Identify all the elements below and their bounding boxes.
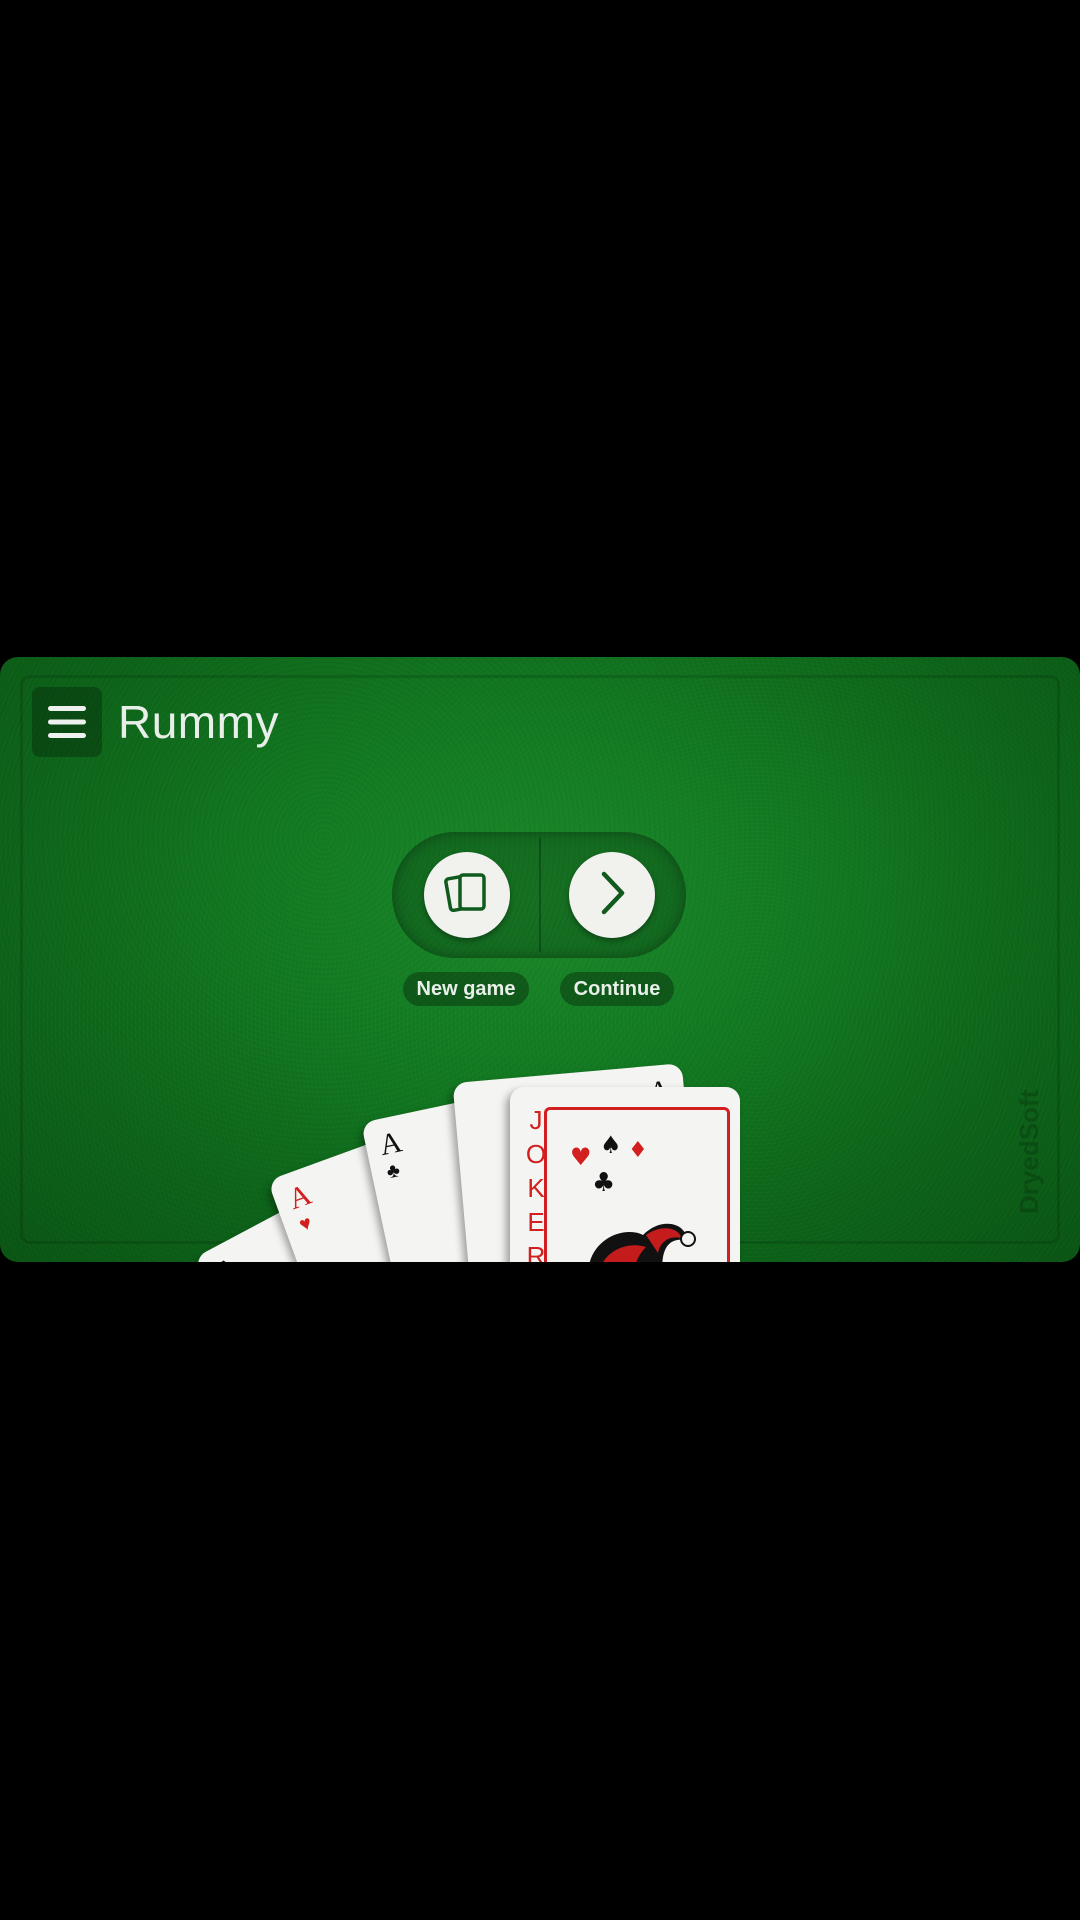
svg-text:♥: ♥ <box>570 1143 592 1171</box>
new-game-label[interactable]: New game <box>403 972 529 1006</box>
joker-text: JOKER <box>525 1105 547 1262</box>
chevron-right-icon <box>592 868 632 923</box>
cards-icon <box>442 868 492 923</box>
card-rank: A <box>284 1177 316 1217</box>
card-fan: A ♠ A ♥ A ♣ A JOKER ♥ <box>193 1047 760 1262</box>
card-rank: A <box>210 1251 245 1262</box>
card-suit: ♥ <box>296 1211 315 1237</box>
game-table: Rummy New game Continue A ♥ A ♣ JOKER ♥ … <box>0 657 1080 1262</box>
joker-suits-icon: ♥ ♠ ♦ ♣ <box>562 1131 652 1210</box>
app-title: Rummy <box>118 696 279 748</box>
screen: Rummy New game Continue A ♥ A ♣ JOKER ♥ … <box>0 0 1080 1920</box>
joker-label: JOKER <box>524 1103 548 1262</box>
jester-hat-icon <box>568 1205 698 1262</box>
svg-text:♠: ♠ <box>600 1135 622 1159</box>
hamburger-menu-icon <box>48 706 86 738</box>
menu-button[interactable] <box>32 687 102 757</box>
new-game-button[interactable] <box>424 852 510 938</box>
card-joker: JOKER ♥ ♠ ♦ ♣ <box>510 1087 740 1262</box>
card-suit: ♣ <box>384 1159 403 1184</box>
card-rank: A <box>376 1125 405 1163</box>
svg-text:♦: ♦ <box>628 1138 648 1163</box>
watermark-logo: DryedSoft <box>1014 1089 1044 1215</box>
svg-text:♣: ♣ <box>592 1168 615 1198</box>
header: Rummy <box>32 687 279 757</box>
action-divider <box>539 838 541 952</box>
continue-button[interactable] <box>569 852 655 938</box>
action-group <box>392 832 686 958</box>
continue-label[interactable]: Continue <box>560 972 674 1006</box>
